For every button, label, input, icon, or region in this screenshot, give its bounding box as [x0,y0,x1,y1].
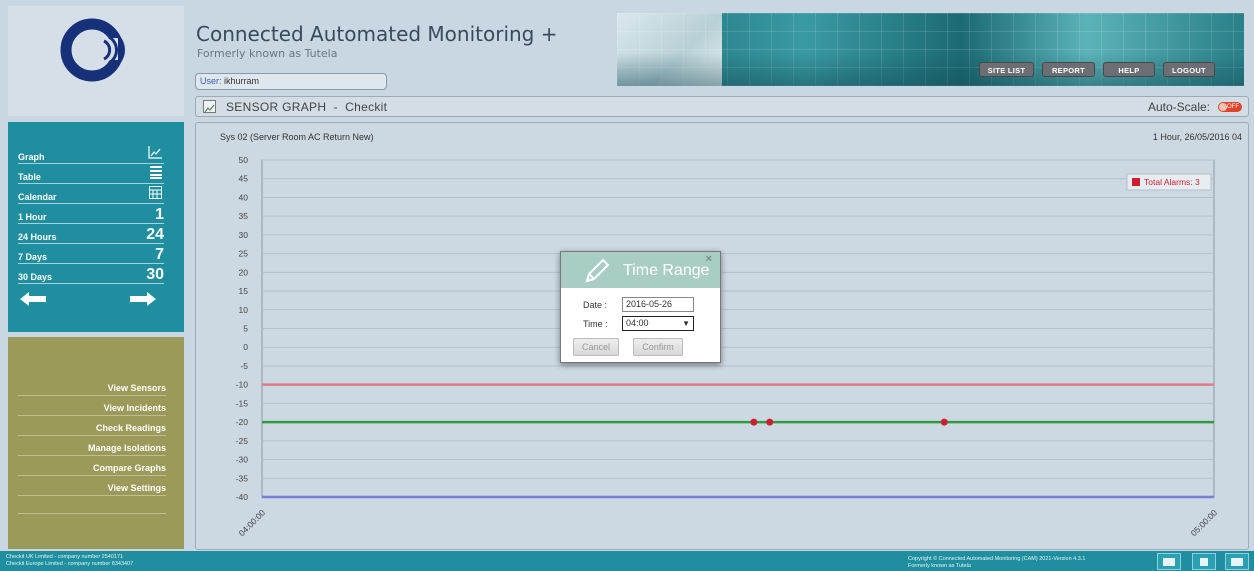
help-button[interactable]: HELP [1103,62,1155,77]
logout-button[interactable]: LOGOUT [1163,62,1215,77]
sidebar-item-graph[interactable]: Graph [18,146,164,164]
confirm-button[interactable]: Confirm [633,338,683,356]
company-info: Checkit UK Limited - company number 2540… [6,554,134,567]
time-value: 04:00 [626,318,649,328]
alarm-point [750,418,758,426]
chat-icon[interactable] [1157,553,1181,570]
sensor-graph-bar: SENSOR GRAPH - Checkit Auto-Scale: OFF [195,96,1249,117]
y-tick-label: -20 [236,417,249,427]
table-icon [150,166,162,181]
y-tick-label: -5 [240,361,248,371]
y-tick-label: -15 [236,398,249,408]
sidebar-item-24-hours[interactable]: 24 Hours 24 [18,226,164,244]
y-tick-label: 35 [239,211,249,221]
autoscale-label: Auto-Scale: [1147,100,1210,114]
y-tick-label: -35 [236,473,249,483]
y-tick-label: -10 [236,380,249,390]
x-tick-label: 04:00:00 [237,507,268,538]
y-tick-label: 45 [239,174,249,184]
legend-swatch [1132,178,1140,186]
calendar-icon [149,186,162,201]
autoscale-toggle[interactable]: OFF [1218,102,1242,112]
y-tick-label: 50 [239,155,249,165]
y-tick-label: 10 [239,305,249,315]
date-label: Date : [583,300,608,310]
y-tick-label: -30 [236,455,249,465]
user-field: User: ikhurram [195,73,387,90]
check-readings-link[interactable]: Check Readings [18,416,166,436]
sidebar-item-1-hour[interactable]: 1 Hour 1 [18,206,164,224]
y-tick-label: 30 [239,230,249,240]
chart-panel: Sys 02 (Server Room AC Return New) 1 Hou… [195,122,1249,550]
manage-isolations-link[interactable]: Manage Isolations [18,436,166,456]
pencil-icon [583,257,611,290]
graph-icon [203,100,216,113]
logo-icon [60,18,125,82]
arrow-left-icon[interactable] [20,292,46,307]
legend-label: Total Alarms: 3 [1144,177,1200,187]
chevron-down-icon: ▼ [682,319,690,328]
user-label: User: [200,76,222,86]
y-tick-label: 20 [239,267,249,277]
close-icon[interactable]: × [706,253,712,265]
time-select[interactable]: 04:00 ▼ [622,316,694,331]
footer: Checkit UK Limited - company number 2540… [0,551,1254,571]
site-list-button[interactable]: SITE LIST [979,62,1034,77]
view-sensors-link[interactable]: View Sensors [18,376,166,396]
y-tick-label: 40 [239,192,249,202]
y-tick-label: 0 [243,342,248,352]
chart-icon [148,146,162,161]
sidebar-divider [18,494,166,514]
modal-header: Time Range × [561,252,720,288]
compare-graphs-link[interactable]: Compare Graphs [18,456,166,476]
x-tick-label: 05:00:00 [1189,507,1220,538]
view-incidents-link[interactable]: View Incidents [18,396,166,416]
modal-title: Time Range [623,262,710,279]
sidebar-item-30-days[interactable]: 30 Days 30 [18,266,164,284]
date-field[interactable]: 2016-05-26 [622,297,694,312]
sidebar-item-calendar[interactable]: Calendar [18,186,164,204]
graph-title: SENSOR GRAPH - Checkit [226,100,388,114]
copyright: Copyright © Connected Automated Monitori… [908,556,1086,569]
phone-icon[interactable] [1192,553,1216,570]
arrow-right-icon[interactable] [130,292,156,307]
y-tick-label: 25 [239,249,249,259]
app-subtitle: Formerly known as Tutela [197,47,338,60]
user-name: ikhurram [224,76,260,86]
y-tick-label: 15 [239,286,249,296]
sensor-chart: 50454035302520151050-5-10-15-20-25-30-35… [236,155,1220,538]
y-tick-label: 5 [243,324,248,334]
time-range-modal: Time Range × Date : 2016-05-26 Time : 04… [560,251,721,363]
app-title: Connected Automated Monitoring + [196,22,558,46]
cancel-button[interactable]: Cancel [573,338,619,356]
alarm-point [766,418,774,426]
y-tick-label: -40 [236,492,249,502]
view-settings-link[interactable]: View Settings [18,476,166,496]
alarm-point [940,418,948,426]
company-logo [8,6,184,116]
y-tick-label: -25 [236,436,249,446]
report-button[interactable]: REPORT [1042,62,1095,77]
window-icon[interactable] [1225,553,1249,570]
sidebar-item-7-days[interactable]: 7 Days 7 [18,246,164,264]
time-label: Time : [583,319,608,329]
sidebar-item-table[interactable]: Table [18,166,164,184]
